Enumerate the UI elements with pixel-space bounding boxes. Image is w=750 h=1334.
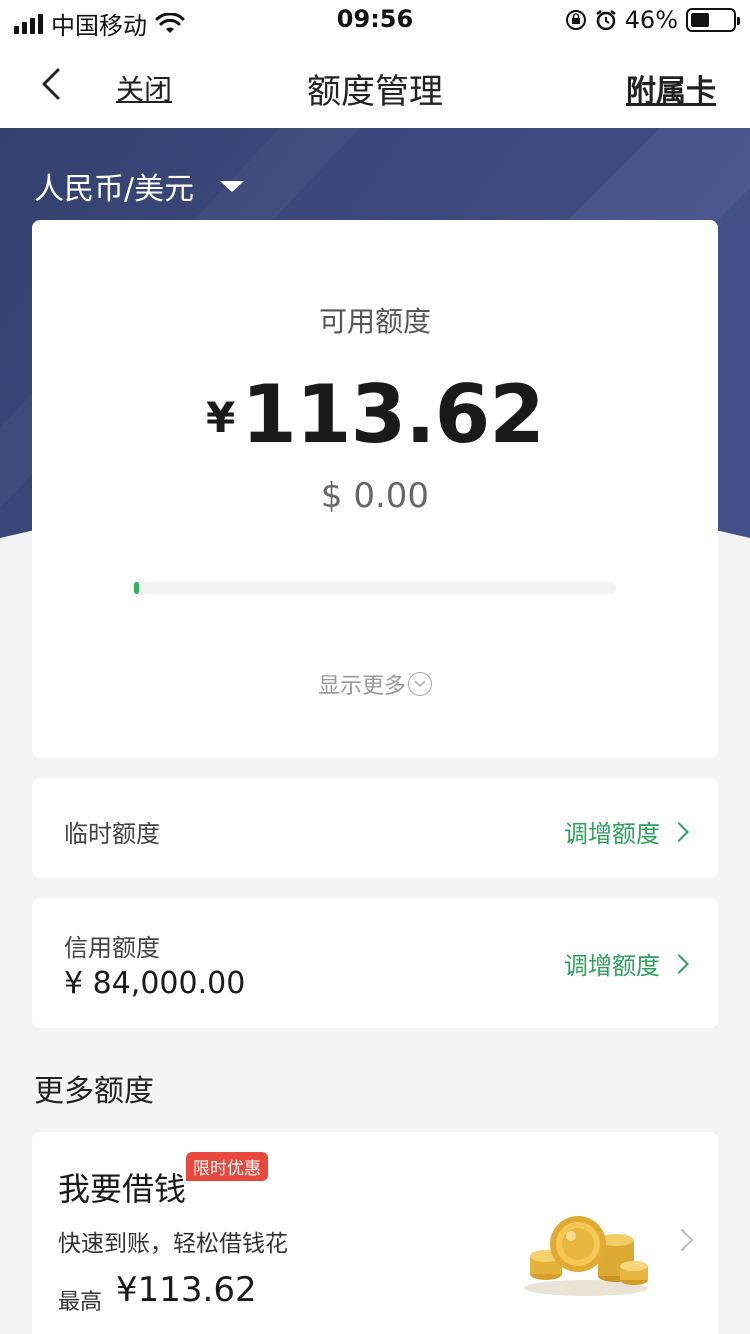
credit-line-label: 信用额度 xyxy=(64,934,160,962)
yen-symbol: ¥ xyxy=(206,393,236,442)
credit-line-row: 信用额度 ¥ 84,000.00 调增额度 xyxy=(32,898,718,1028)
status-right: 46% xyxy=(565,6,740,34)
gold-coins-icon xyxy=(524,1216,648,1296)
temporary-credit-label: 临时额度 xyxy=(64,820,160,848)
usd-amount: $ 0.00 xyxy=(320,476,430,516)
loan-max-value: ¥113.62 xyxy=(116,1270,257,1310)
credit-line-value: ¥ 84,000.00 xyxy=(64,966,246,1001)
nav-bar: 关闭 额度管理 附属卡 xyxy=(0,40,750,128)
currency-selector[interactable]: 人民币/美元 xyxy=(34,164,245,208)
battery-icon xyxy=(686,8,740,32)
available-credit-card: 可用额度 ¥113.62 $ 0.00 显示更多 xyxy=(32,220,718,758)
battery-fill xyxy=(691,13,710,27)
more-credit-title: 更多额度 xyxy=(34,1074,154,1109)
usage-progress-bar xyxy=(134,582,616,594)
available-amount: ¥113.62 xyxy=(32,368,718,461)
chevron-right-icon xyxy=(670,1228,694,1252)
increase-credit-button[interactable]: 调增额度 xyxy=(564,946,689,981)
caret-down-icon xyxy=(220,180,245,192)
battery-percent: 46% xyxy=(624,6,678,34)
chevron-right-icon xyxy=(669,953,689,974)
increase-temporary-label: 调增额度 xyxy=(564,820,660,848)
chevron-down-icon xyxy=(408,672,432,696)
rotation-lock-icon xyxy=(565,10,586,30)
increase-credit-label: 调增额度 xyxy=(564,952,660,980)
chevron-right-icon xyxy=(669,821,689,842)
promo-badge: 限时优惠 xyxy=(186,1152,268,1181)
temporary-credit-row: 临时额度 调增额度 xyxy=(32,778,718,878)
alarm-icon xyxy=(595,10,616,31)
currency-label: 人民币/美元 xyxy=(34,172,195,207)
increase-temporary-button[interactable]: 调增额度 xyxy=(564,814,689,849)
loan-title: 我要借钱 xyxy=(58,1170,187,1208)
show-more-label: 显示更多 xyxy=(317,674,406,699)
status-bar: 中国移动 09:56 46% xyxy=(0,0,750,40)
usage-progress-fill xyxy=(134,582,139,594)
loan-card[interactable]: 我要借钱 限时优惠 快速到账，轻松借钱花 最高 ¥113.62 xyxy=(32,1132,718,1334)
show-more-button[interactable]: 显示更多 xyxy=(32,668,718,700)
available-label: 可用额度 xyxy=(318,305,431,338)
loan-subtitle: 快速到账，轻松借钱花 xyxy=(58,1231,288,1257)
supplementary-card-link[interactable]: 附属卡 xyxy=(626,66,716,110)
available-amount-value: 113.62 xyxy=(241,368,545,461)
loan-max-label: 最高 xyxy=(58,1290,103,1315)
